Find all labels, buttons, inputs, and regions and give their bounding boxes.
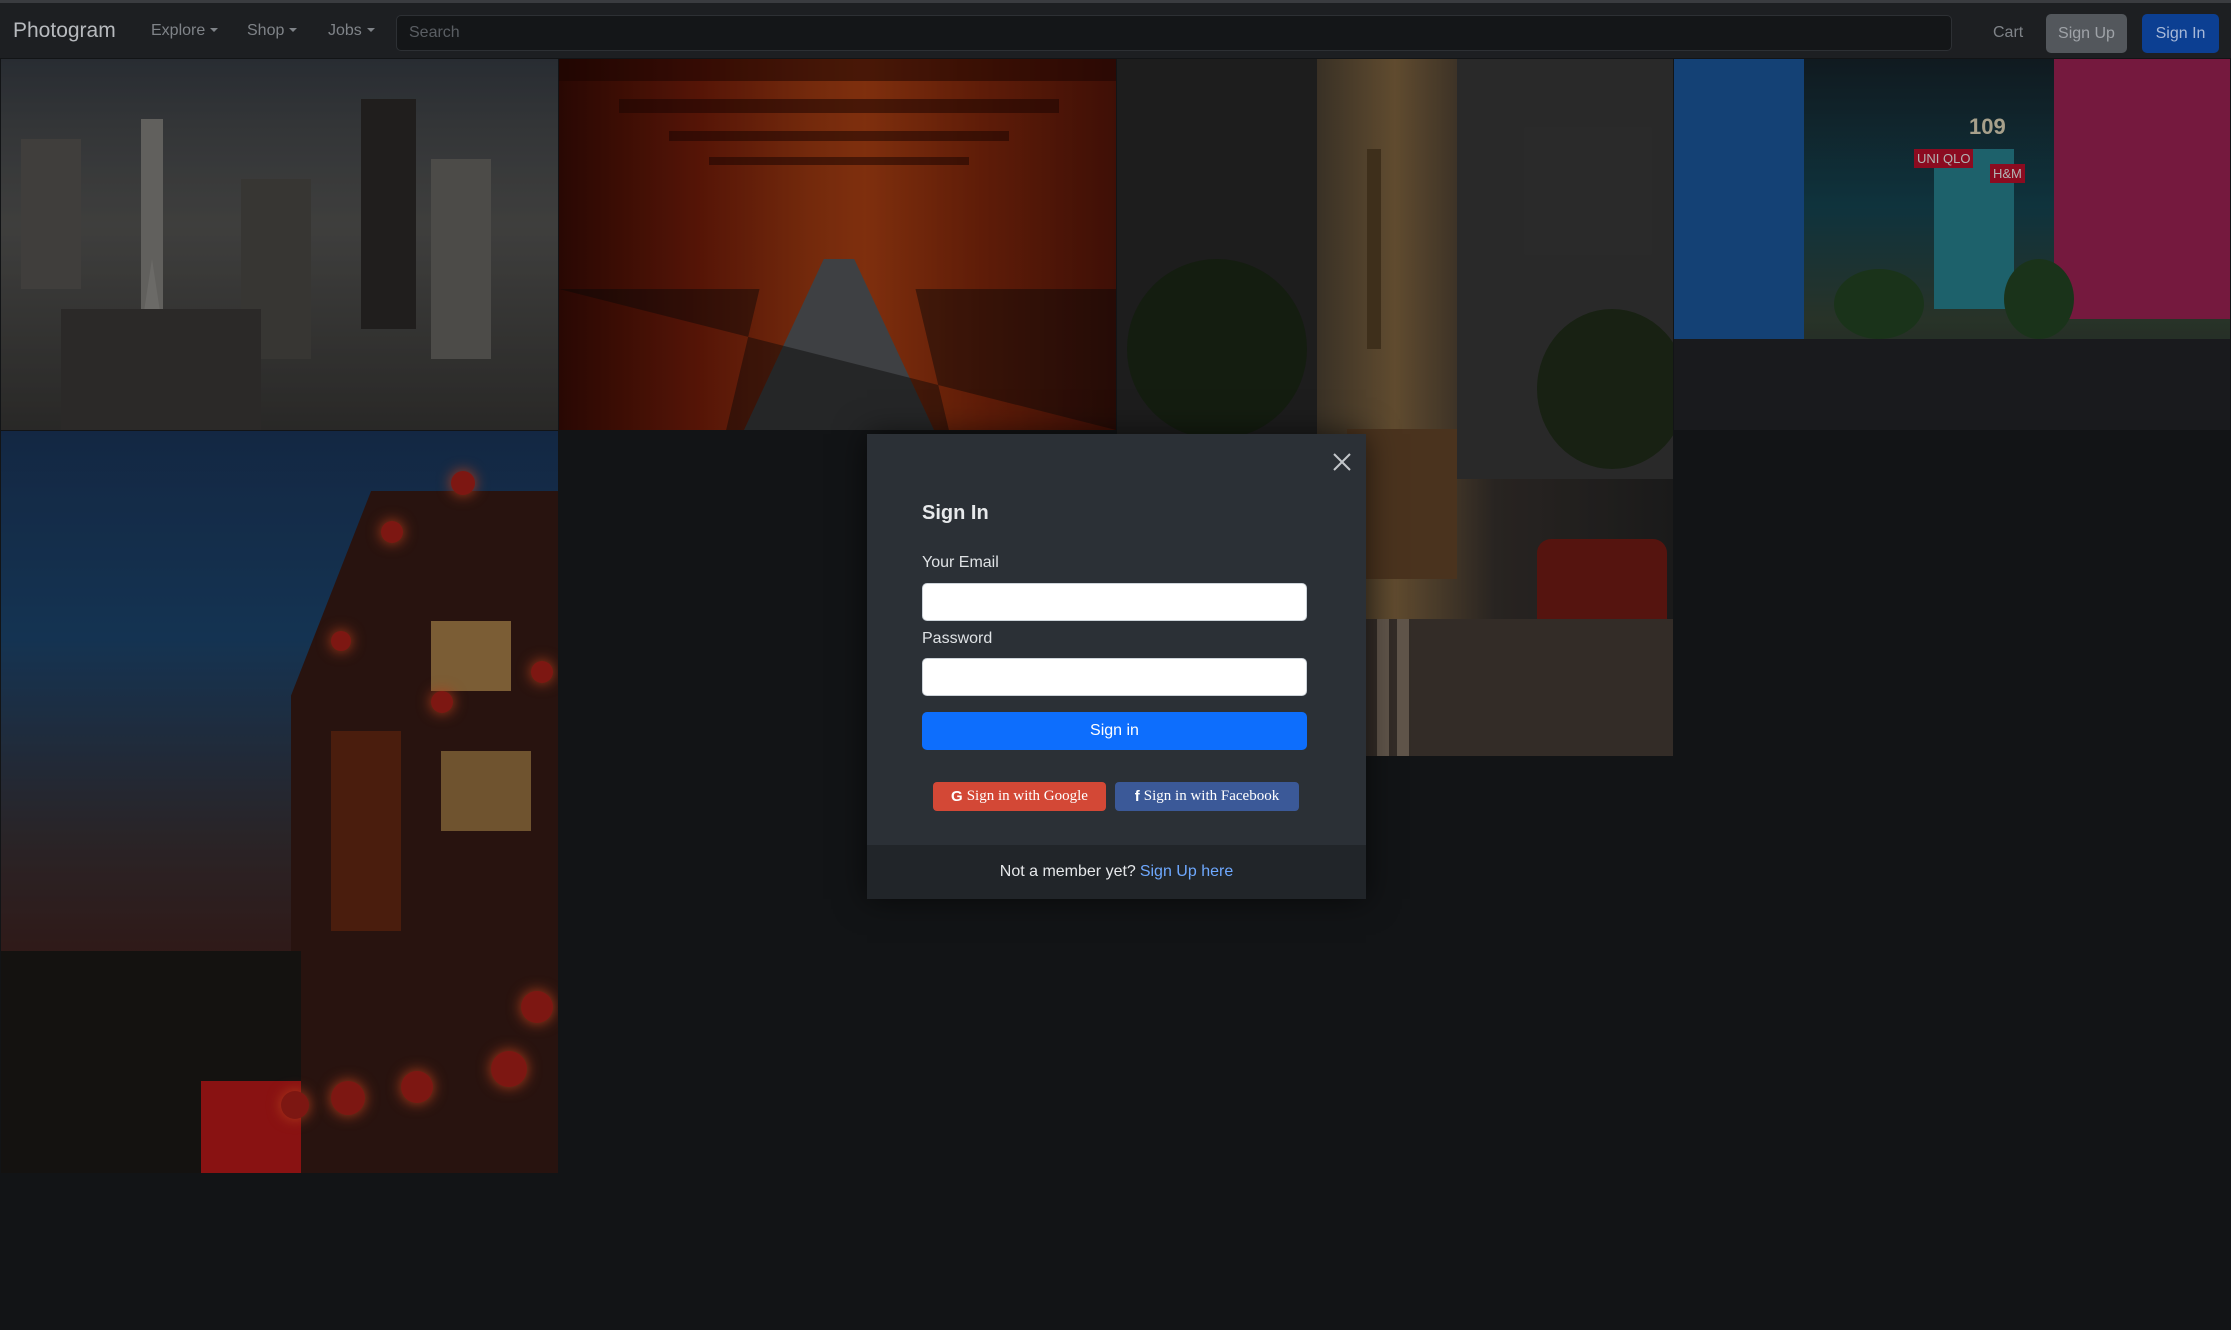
signin-submit-button[interactable]: Sign in: [922, 712, 1307, 750]
nav-explore-dropdown[interactable]: Explore: [151, 22, 219, 40]
caret-down-icon: [210, 28, 219, 32]
cart-link[interactable]: Cart: [1993, 24, 2023, 42]
nav-shop-label: Shop: [247, 22, 285, 39]
photo-city-aerial[interactable]: [1, 59, 558, 430]
navbar: Photogram Explore Shop Jobs Cart Sign Up…: [0, 0, 2231, 58]
nav-jobs-dropdown[interactable]: Jobs: [328, 22, 375, 40]
signup-here-link[interactable]: Sign Up here: [1140, 863, 1233, 881]
signup-button[interactable]: Sign Up: [2046, 14, 2127, 53]
password-field[interactable]: [922, 658, 1307, 696]
photo-lantern-teahouse[interactable]: [1, 431, 558, 1173]
nav-jobs-label: Jobs: [328, 22, 362, 39]
modal-title: Sign In: [922, 502, 989, 524]
search-input[interactable]: [396, 15, 1952, 51]
facebook-signin-label: Sign in with Facebook: [1143, 788, 1280, 804]
photo-shibuya-night[interactable]: UNI QLO H&M 109: [1674, 59, 2230, 430]
email-field[interactable]: [922, 583, 1307, 621]
close-icon[interactable]: [1330, 450, 1354, 474]
google-signin-button[interactable]: G Sign in with Google: [933, 782, 1106, 811]
email-label: Your Email: [922, 554, 999, 571]
google-icon: G: [951, 788, 963, 805]
brand-logo[interactable]: Photogram: [13, 19, 116, 43]
modal-footer: Not a member yet? Sign Up here: [867, 845, 1366, 899]
footer-text: Not a member yet?: [999, 863, 1136, 880]
nav-shop-dropdown[interactable]: Shop: [247, 22, 298, 40]
signin-nav-button[interactable]: Sign In: [2142, 14, 2219, 53]
facebook-icon: f: [1134, 788, 1140, 805]
photo-torii-gates[interactable]: [559, 59, 1116, 430]
password-label: Password: [922, 630, 993, 647]
signin-modal: Sign In Your Email Password Sign in G Si…: [867, 434, 1366, 899]
nav-explore-label: Explore: [151, 22, 206, 39]
facebook-signin-button[interactable]: f Sign in with Facebook: [1115, 782, 1299, 811]
caret-down-icon: [289, 28, 298, 32]
caret-down-icon: [366, 28, 375, 32]
google-signin-label: Sign in with Google: [966, 788, 1088, 804]
